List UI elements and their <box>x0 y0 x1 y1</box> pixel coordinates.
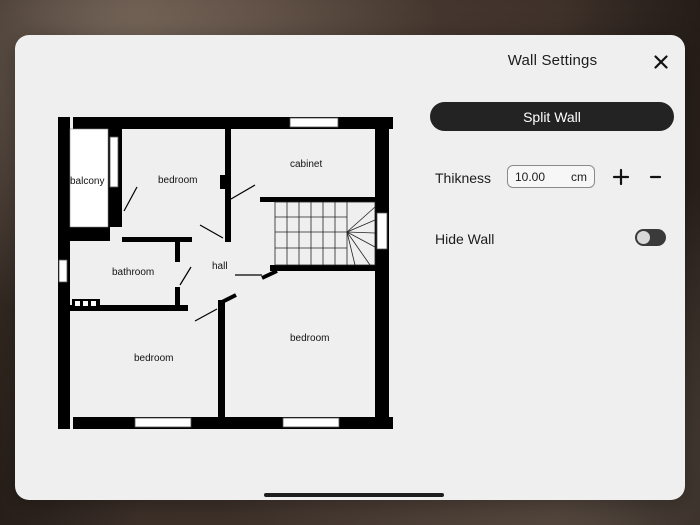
room-label-hall: hall <box>212 261 228 272</box>
wall-bathroom-side[interactable] <box>175 287 180 307</box>
close-icon <box>654 55 668 69</box>
room-label-bedroom-bottom-left: bedroom <box>134 353 173 364</box>
room-label-balcony: balcony <box>70 176 104 187</box>
room-label-cabinet: cabinet <box>290 159 322 170</box>
thickness-unit: cm <box>571 169 587 184</box>
wall-stub[interactable] <box>220 175 228 189</box>
plus-icon <box>612 168 630 186</box>
panel-title: Wall Settings <box>507 52 598 69</box>
wall-settings-panel: balcony bedroom cabinet hall bathroom be… <box>15 35 685 500</box>
wall-cabinet-stairs[interactable] <box>260 197 376 202</box>
wall-stairs-bottom[interactable] <box>270 265 375 271</box>
wall-bottom[interactable] <box>73 417 393 429</box>
minus-icon <box>649 175 662 179</box>
room-label-bedroom-top: bedroom <box>158 175 197 186</box>
staircase <box>274 201 376 266</box>
toggle-knob <box>637 231 650 244</box>
home-indicator[interactable] <box>264 493 444 497</box>
room-label-bedroom-bottom-right: bedroom <box>290 333 329 344</box>
hide-wall-toggle[interactable] <box>635 229 666 246</box>
wall-right[interactable] <box>375 117 389 429</box>
wall-bathroom-top[interactable] <box>122 237 192 242</box>
hide-wall-label: Hide Wall <box>435 231 495 247</box>
thickness-label: Thikness <box>435 170 492 186</box>
thickness-input[interactable]: 10.00 cm <box>507 165 595 188</box>
close-button[interactable] <box>649 50 673 74</box>
room-label-bathroom: bathroom <box>112 267 154 278</box>
wall-balcony-bottom[interactable] <box>70 227 110 241</box>
wall-bedroom-split[interactable] <box>218 300 225 417</box>
split-wall-button[interactable]: Split Wall <box>430 102 674 131</box>
thickness-value: 10.00 <box>515 169 546 184</box>
increase-thickness-button[interactable] <box>610 165 632 189</box>
floor-plan[interactable]: balcony bedroom cabinet hall bathroom be… <box>55 115 395 435</box>
decrease-thickness-button[interactable] <box>645 165 667 189</box>
wall-bathroom-door[interactable] <box>175 242 180 262</box>
